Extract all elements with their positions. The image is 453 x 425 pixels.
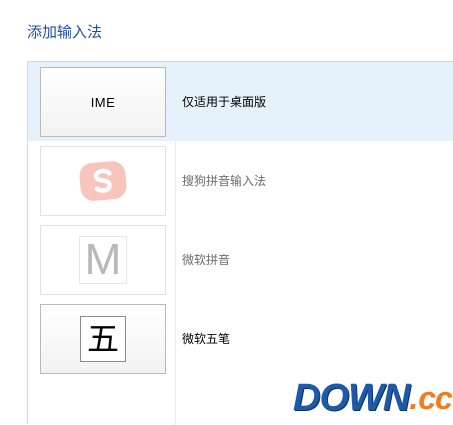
ime-list: IME 仅适用于桌面版 搜狗拼音输入法 M 微软拼音 五 微软五笔 (27, 61, 453, 425)
m-letter-icon: M (79, 236, 127, 284)
watermark-logo: DOWN . cc (293, 376, 453, 419)
ime-tile[interactable] (40, 146, 166, 216)
ime-list-item-ms-wubi[interactable]: 五 微软五笔 (28, 299, 453, 378)
ime-label: 微软拼音 (182, 253, 231, 267)
ime-tile[interactable]: M (40, 225, 166, 295)
watermark-suffix: cc (418, 379, 453, 416)
ime-tile-text: IME (90, 94, 116, 110)
watermark-main: DOWN (293, 376, 410, 419)
sogou-logo-icon (78, 160, 128, 202)
ime-tile[interactable]: IME (40, 67, 166, 137)
watermark-dot: . (409, 379, 419, 416)
ime-list-item-desktop[interactable]: IME 仅适用于桌面版 (28, 62, 453, 141)
ime-tile[interactable]: 五 (40, 304, 166, 374)
ime-list-item-sogou[interactable]: 搜狗拼音输入法 (28, 141, 453, 220)
ime-label: 仅适用于桌面版 (182, 95, 267, 109)
ime-label: 搜狗拼音输入法 (182, 174, 267, 188)
wubi-character-icon: 五 (80, 316, 126, 362)
page-title: 添加输入法 (27, 23, 103, 41)
ime-label: 微软五笔 (182, 332, 231, 346)
ime-list-item-ms-pinyin[interactable]: M 微软拼音 (28, 220, 453, 299)
